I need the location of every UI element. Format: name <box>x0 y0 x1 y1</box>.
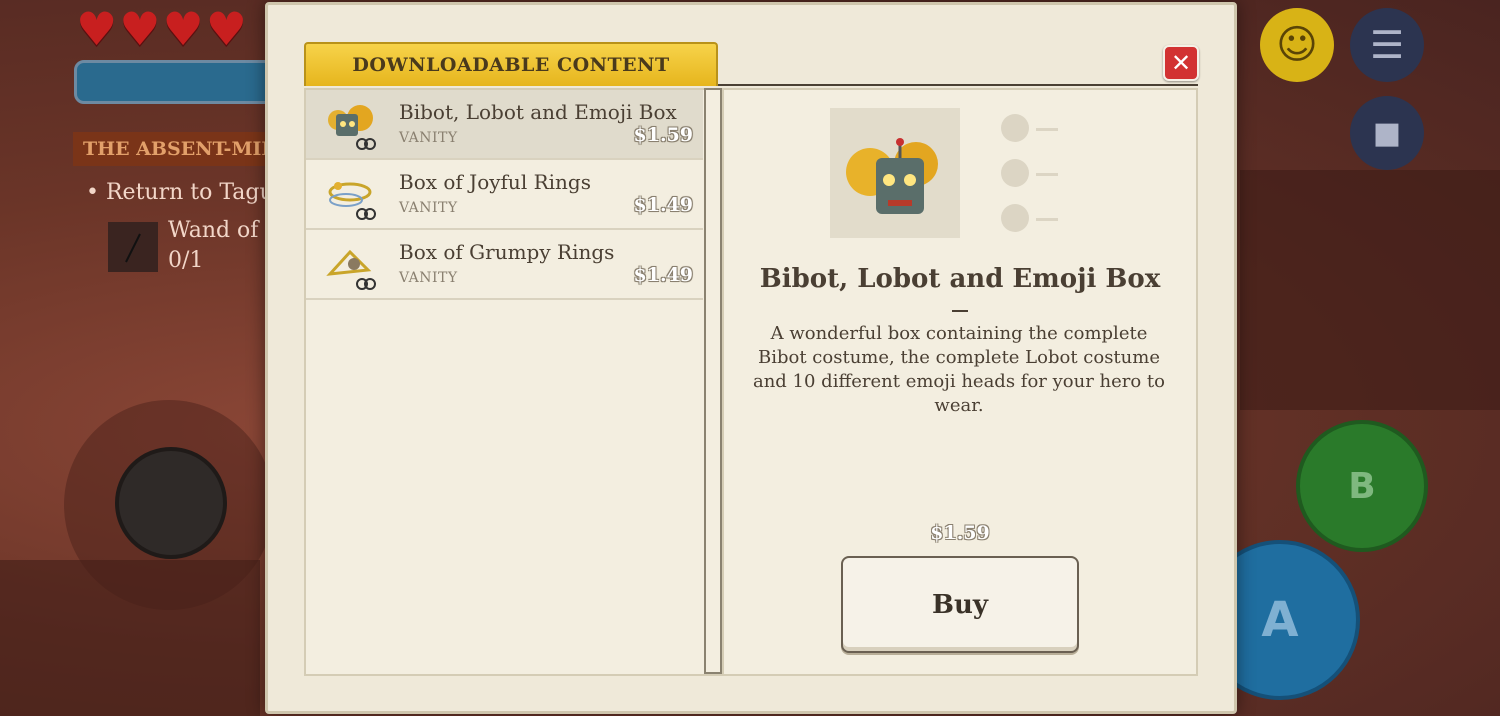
detail-title: Bibot, Lobot and Emoji Box <box>759 264 1161 294</box>
item-name: Box of Grumpy Rings <box>399 240 615 264</box>
quest-item-name: Wand of I <box>168 218 275 243</box>
health-hearts: ♥ ♥ ♥ ♥ <box>76 6 247 52</box>
tab-downloadable-content[interactable]: DOWNLOADABLE CONTENT <box>304 42 718 86</box>
list-item[interactable]: Box of Joyful Rings VANITY $1.49 <box>306 160 703 230</box>
buy-button[interactable]: Buy <box>841 556 1079 653</box>
wand-icon <box>125 233 141 263</box>
item-name: Bibot, Lobot and Emoji Box <box>399 100 677 124</box>
background-wall <box>1240 170 1500 410</box>
item-preview <box>830 108 960 238</box>
heart-icon: ♥ <box>162 2 204 56</box>
variant-dot[interactable] <box>1001 204 1029 232</box>
variant-dash <box>1036 128 1058 131</box>
smiley-icon: ☺ <box>1276 22 1318 68</box>
detail-price: $1.59 <box>930 522 990 544</box>
variant-dot[interactable] <box>1001 159 1029 187</box>
hamburger-icon: ☰ <box>1369 23 1405 67</box>
detail-description: A wonderful box containing the complete … <box>752 323 1166 416</box>
item-category: VANITY <box>399 270 458 286</box>
variant-dot[interactable] <box>1001 114 1029 142</box>
grumpy-rings-icon <box>326 249 376 290</box>
heart-icon: ♥ <box>119 2 161 56</box>
b-button[interactable]: B <box>1296 420 1428 552</box>
heart-icon: ♥ <box>76 2 118 56</box>
emote-button[interactable]: ☺ <box>1260 8 1334 82</box>
title-divider <box>952 310 968 312</box>
item-category: VANITY <box>399 130 458 146</box>
list-item[interactable]: Bibot, Lobot and Emoji Box VANITY $1.59 <box>306 90 703 160</box>
menu-button[interactable]: ☰ <box>1350 8 1424 82</box>
list-scrollbar[interactable] <box>704 88 722 674</box>
joystick-knob[interactable] <box>115 447 227 559</box>
item-price: $1.49 <box>633 194 694 216</box>
quest-item-count: 0/1 <box>168 248 204 273</box>
camera-button[interactable]: ■ <box>1350 96 1424 170</box>
item-price: $1.59 <box>633 124 694 146</box>
quest-objective-text: Return to Tagus <box>105 180 285 205</box>
heart-icon: ♥ <box>205 2 247 56</box>
bibot-preview-icon <box>846 138 938 214</box>
bibot-box-icon <box>328 105 376 150</box>
variant-dash <box>1036 173 1058 176</box>
close-icon: ✕ <box>1170 49 1192 77</box>
close-button[interactable]: ✕ <box>1163 45 1199 81</box>
quest-objective: • Return to Tagus <box>86 180 285 205</box>
item-name: Box of Joyful Rings <box>399 170 591 194</box>
variant-dash <box>1036 218 1058 221</box>
item-price: $1.49 <box>633 264 694 286</box>
list-item[interactable]: Box of Grumpy Rings VANITY $1.49 <box>306 230 703 300</box>
item-category: VANITY <box>399 200 458 216</box>
joyful-rings-icon <box>328 182 376 220</box>
camera-icon: ■ <box>1372 115 1402 151</box>
tab-underline <box>718 84 1198 86</box>
quest-item-icon <box>108 222 158 272</box>
